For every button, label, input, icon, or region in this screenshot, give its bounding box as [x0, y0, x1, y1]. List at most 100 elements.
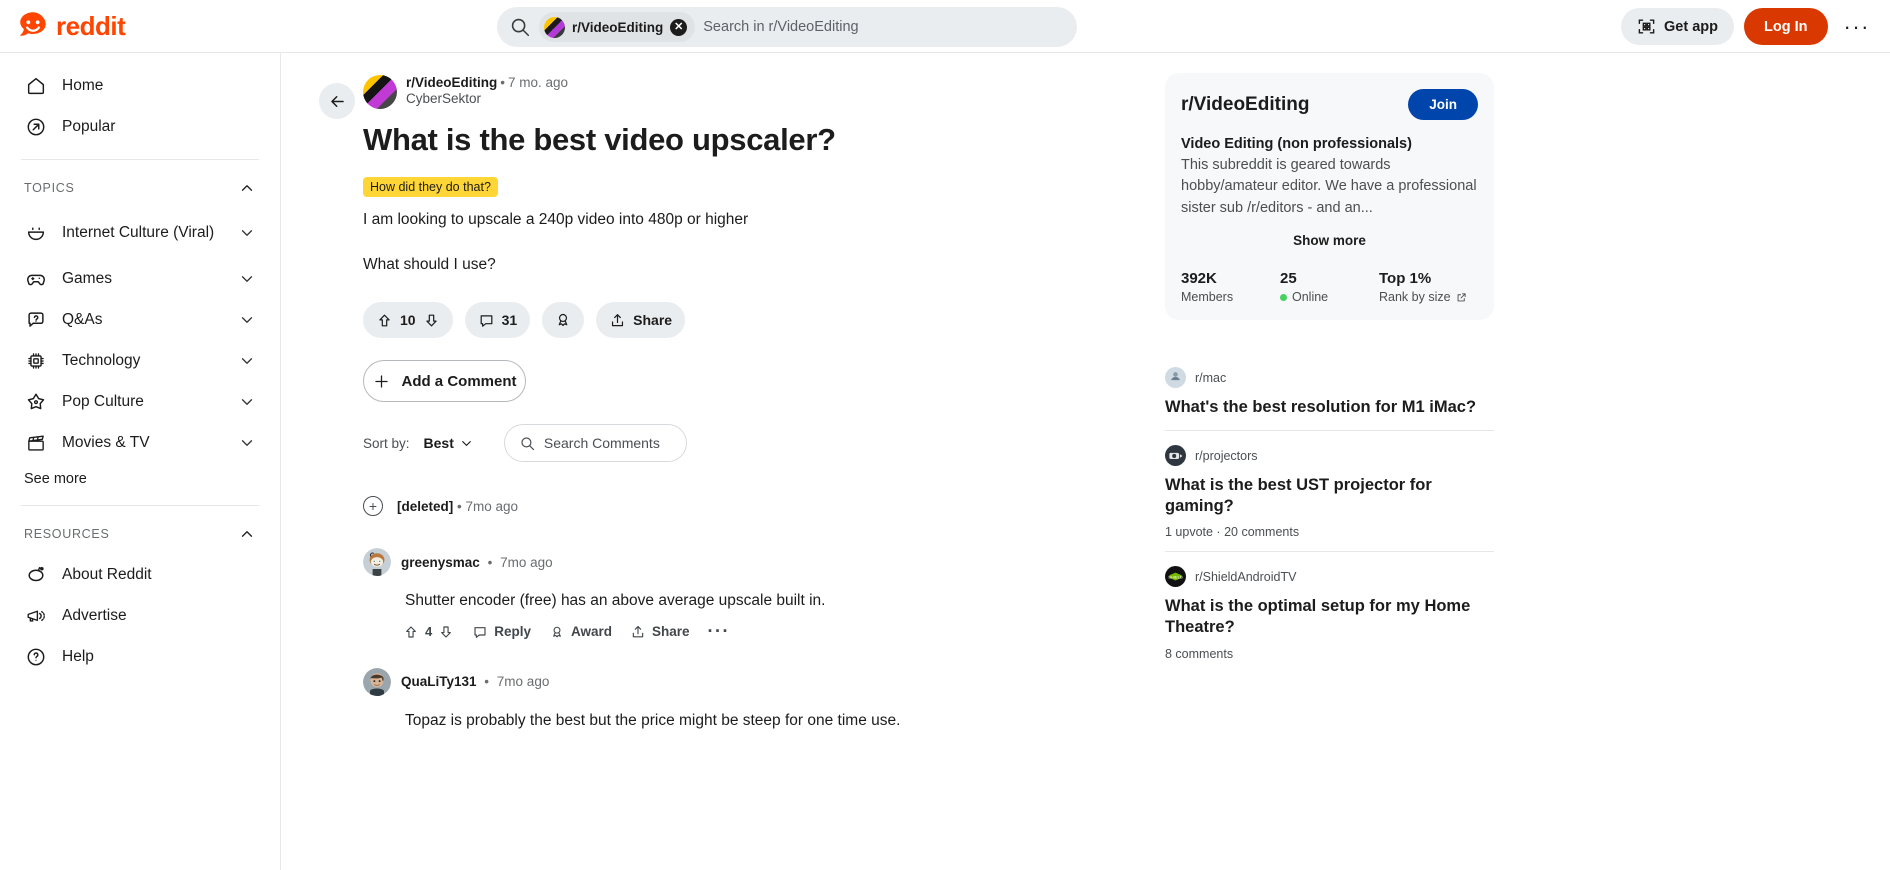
right-sidebar: r/VideoEditing Join Video Editing (non p… [1162, 53, 1890, 870]
separator-dot: • [487, 554, 493, 570]
get-app-button[interactable]: Get app [1621, 8, 1735, 45]
search-bar[interactable]: r/VideoEditing ✕ Search in r/VideoEditin… [497, 7, 1077, 47]
chevron-down-icon[interactable] [238, 311, 256, 329]
avatar[interactable] [363, 548, 391, 577]
comment-bubble-icon [478, 312, 495, 329]
join-button[interactable]: Join [1408, 89, 1478, 120]
kebab-menu-icon[interactable]: ··· [708, 623, 730, 641]
cpu-chip-icon [24, 349, 48, 373]
sidebar-item-popular[interactable]: Popular [12, 106, 268, 147]
chevron-down-icon[interactable] [238, 393, 256, 411]
community-title: r/VideoEditing [1181, 93, 1310, 115]
back-button[interactable] [319, 83, 355, 119]
sidebar-item-movies-tv[interactable]: Movies & TV [12, 422, 268, 463]
subreddit-avatar-icon [1165, 445, 1186, 467]
sidebar-item-pop-culture[interactable]: Pop Culture [12, 381, 268, 422]
left-sidebar: Home Popular TOPICS Internet Culture (Vi… [0, 53, 281, 870]
award-button[interactable] [542, 302, 585, 339]
reply-button[interactable]: Reply [472, 624, 531, 640]
comment-body: Topaz is probably the best but the price… [405, 711, 901, 729]
upvote-arrow-icon[interactable] [403, 624, 419, 640]
sidebar-item-label: Movies & TV [62, 433, 150, 451]
sidebar-item-about-reddit[interactable]: About Reddit [12, 554, 268, 595]
search-scope-chip[interactable]: r/VideoEditing ✕ [539, 12, 696, 42]
post-subreddit-link[interactable]: r/VideoEditing [406, 75, 497, 90]
related-post-mac[interactable]: r/mac What's the best resolution for M1 … [1165, 353, 1494, 432]
post-title: What is the best video upscaler? [363, 122, 836, 157]
post-comment-count: 31 [501, 312, 518, 329]
comment-action-bar: 4 Reply Award Share ··· [403, 623, 1153, 641]
sidebar-item-qas[interactable]: Q&As [12, 299, 268, 340]
sidebar-item-label: Technology [62, 351, 141, 369]
stat-label[interactable]: Rank by size [1379, 290, 1451, 304]
chevron-down-icon[interactable] [238, 352, 256, 370]
award-label: Award [571, 624, 613, 640]
search-comments-placeholder: Search Comments [543, 435, 660, 452]
chevron-down-icon[interactable] [238, 434, 256, 452]
search-icon [509, 16, 531, 38]
related-post-title[interactable]: What is the best UST projector for gamin… [1165, 475, 1494, 517]
see-more-button[interactable]: See more [24, 465, 256, 493]
chevron-down-icon[interactable] [238, 224, 256, 242]
share-button[interactable]: Share [630, 624, 690, 640]
avatar[interactable] [363, 667, 391, 696]
related-subreddit[interactable]: r/ShieldAndroidTV [1195, 570, 1296, 584]
upvote-arrow-icon[interactable] [376, 312, 393, 329]
share-button[interactable]: Share [596, 302, 686, 339]
stat-value: 392K [1181, 270, 1217, 288]
login-button[interactable]: Log In [1744, 8, 1828, 45]
related-post-title[interactable]: What is the optimal setup for my Home Th… [1165, 596, 1494, 638]
award-button[interactable]: Award [549, 624, 612, 640]
sidebar-item-games[interactable]: Games [12, 258, 268, 299]
comment-author[interactable]: greenysmac [401, 555, 480, 570]
chevron-up-icon[interactable] [238, 179, 256, 197]
downvote-arrow-icon[interactable] [438, 624, 454, 640]
sort-by-label: Sort by: [363, 435, 410, 451]
related-post-projectors[interactable]: r/projectors What is the best UST projec… [1165, 431, 1494, 553]
comment-author[interactable]: QuaLiTy131 [401, 674, 477, 689]
post-timestamp: 7 mo. ago [508, 75, 569, 90]
plus-icon [372, 372, 391, 391]
community-description: This subreddit is geared towards hobby/a… [1181, 157, 1477, 216]
sidebar-item-home[interactable]: Home [12, 65, 268, 106]
comment-vote-group[interactable]: 4 [403, 624, 454, 640]
related-subreddit[interactable]: r/projectors [1195, 449, 1258, 463]
downvote-arrow-icon[interactable] [423, 312, 440, 329]
comment-quality131: QuaLiTy131 • 7mo ago Topaz is probably t… [363, 667, 1153, 732]
search-comments-input[interactable]: Search Comments [503, 424, 687, 463]
sidebar-item-label: Pop Culture [62, 392, 144, 410]
sidebar-item-technology[interactable]: Technology [12, 340, 268, 381]
question-bubble-icon [24, 308, 48, 332]
search-input[interactable]: Search in r/VideoEditing [703, 19, 858, 35]
sidebar-item-internet-culture[interactable]: Internet Culture (Viral) [12, 208, 268, 258]
subreddit-avatar-icon[interactable] [363, 75, 397, 109]
topics-header-label: TOPICS [24, 181, 75, 195]
sidebar-item-label: Home [62, 76, 104, 94]
sort-dropdown[interactable]: Best [424, 435, 474, 451]
vote-pill[interactable]: 10 [363, 302, 453, 339]
comment-count-pill[interactable]: 31 [464, 302, 531, 339]
add-comment-button[interactable]: Add a Comment [363, 360, 526, 403]
star-icon [24, 390, 48, 414]
sidebar-item-advertise[interactable]: Advertise [12, 595, 268, 636]
kebab-menu-icon[interactable]: ··· [1838, 15, 1876, 37]
reddit-logo[interactable]: reddit [16, 9, 126, 43]
post: r/VideoEditing • 7 mo. ago CyberSektor Wha… [363, 73, 1153, 732]
show-more-button[interactable]: Show more [1181, 233, 1478, 248]
related-subreddit[interactable]: r/mac [1195, 371, 1226, 385]
comment-body: Shutter encoder (free) has an above aver… [405, 592, 826, 610]
related-post-title[interactable]: What's the best resolution for M1 iMac? [1165, 397, 1494, 418]
chevron-up-icon[interactable] [238, 525, 256, 543]
comment-greenysmac: greenysmac • 7mo ago Shutter encoder (fr… [363, 548, 1153, 640]
sidebar-item-help[interactable]: Help [12, 636, 268, 677]
close-icon[interactable]: ✕ [670, 18, 688, 36]
plus-circle-icon[interactable]: + [363, 496, 383, 517]
post-flair[interactable]: How did they do that? [363, 177, 498, 198]
award-rosette-icon [549, 624, 565, 640]
post-author[interactable]: CyberSektor [406, 91, 568, 106]
topics-section-header[interactable]: TOPICS [24, 172, 256, 204]
chevron-down-icon[interactable] [238, 270, 256, 288]
resources-section-header[interactable]: RESOURCES [24, 518, 256, 550]
related-post-shieldandroidtv[interactable]: SHIELD r/ShieldAndroidTV What is the opt… [1165, 552, 1494, 672]
arrow-left-icon [328, 92, 347, 111]
